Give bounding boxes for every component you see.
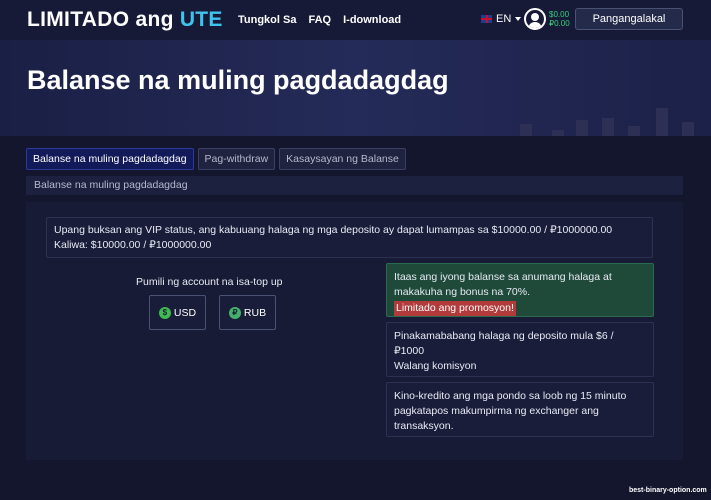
bonus-info-box: Itaas ang iyong balanse sa anumang halag… [386, 263, 654, 317]
hero-banner: Balanse na muling pagdadagdag [0, 40, 711, 136]
language-selector[interactable]: EN [481, 13, 522, 25]
language-label: EN [496, 13, 512, 25]
balance-usd: $0.00 [549, 10, 570, 19]
min-deposit-info-box: Pinakamababang halaga ng deposito mula $… [386, 322, 654, 377]
uk-flag-icon [481, 15, 492, 23]
logo-text: LIMITADO ang [27, 8, 180, 31]
balance-rub: ₽0.00 [549, 19, 570, 28]
ruble-coin-icon: ₽ [228, 306, 241, 319]
vip-status-notice: Upang buksan ang VIP status, ang kabuuan… [46, 217, 653, 258]
logo-accent-text: UTE [179, 8, 223, 31]
main-nav: Tungkol Sa FAQ I-download [238, 14, 401, 26]
tab-withdraw[interactable]: Pag-withdraw [197, 148, 276, 170]
breadcrumb: Balanse na muling pagdadagdag [26, 176, 683, 195]
usd-account-button[interactable]: $ USD [149, 295, 206, 330]
dollar-coin-icon: $ [158, 306, 171, 319]
chevron-down-icon [515, 17, 522, 21]
rub-label: RUB [243, 306, 267, 319]
trading-button[interactable]: Pangangalakal [575, 8, 683, 30]
rub-account-button[interactable]: ₽ RUB [219, 295, 276, 330]
usd-label: USD [173, 306, 197, 319]
watermark: best-binary-option.com [629, 487, 707, 494]
vip-remaining-text: Kaliwa: $10000.00 / ₽1000000.00 [54, 239, 212, 251]
page-title: Balanse na muling pagdadagdag [27, 65, 449, 95]
bonus-text: Itaas ang iyong balanse sa anumang halag… [394, 271, 612, 298]
nav-link-download[interactable]: I-download [343, 14, 401, 26]
account-select-label: Pumili ng account na isa-top up [136, 276, 283, 288]
tab-deposit[interactable]: Balanse na muling pagdadagdag [26, 148, 194, 170]
balance-tabs: Balanse na muling pagdadagdag Pag-withdr… [26, 148, 406, 170]
min-deposit-text: Pinakamababang halaga ng deposito mula $… [394, 330, 614, 357]
tab-balance-history[interactable]: Kasaysayan ng Balanse [279, 148, 406, 170]
top-navbar: LIMITADO ang UTE Tungkol Sa FAQ I-downlo… [0, 0, 711, 40]
nav-link-faq[interactable]: FAQ [308, 14, 331, 26]
credit-time-info-box: Kino-kredito ang mga pondo sa loob ng 15… [386, 382, 654, 437]
promo-badge: Limitado ang promosyon! [394, 301, 516, 316]
site-logo[interactable]: LIMITADO ang UTE [27, 8, 223, 32]
user-avatar-icon[interactable] [524, 8, 546, 30]
commission-text: Walang komisyon [394, 360, 477, 372]
account-balances: $0.00 ₽0.00 [549, 10, 570, 28]
vip-requirement-text: Upang buksan ang VIP status, ang kabuuan… [54, 224, 613, 236]
nav-link-about[interactable]: Tungkol Sa [238, 14, 296, 26]
credit-time-text: Kino-kredito ang mga pondo sa loob ng 15… [394, 390, 627, 432]
